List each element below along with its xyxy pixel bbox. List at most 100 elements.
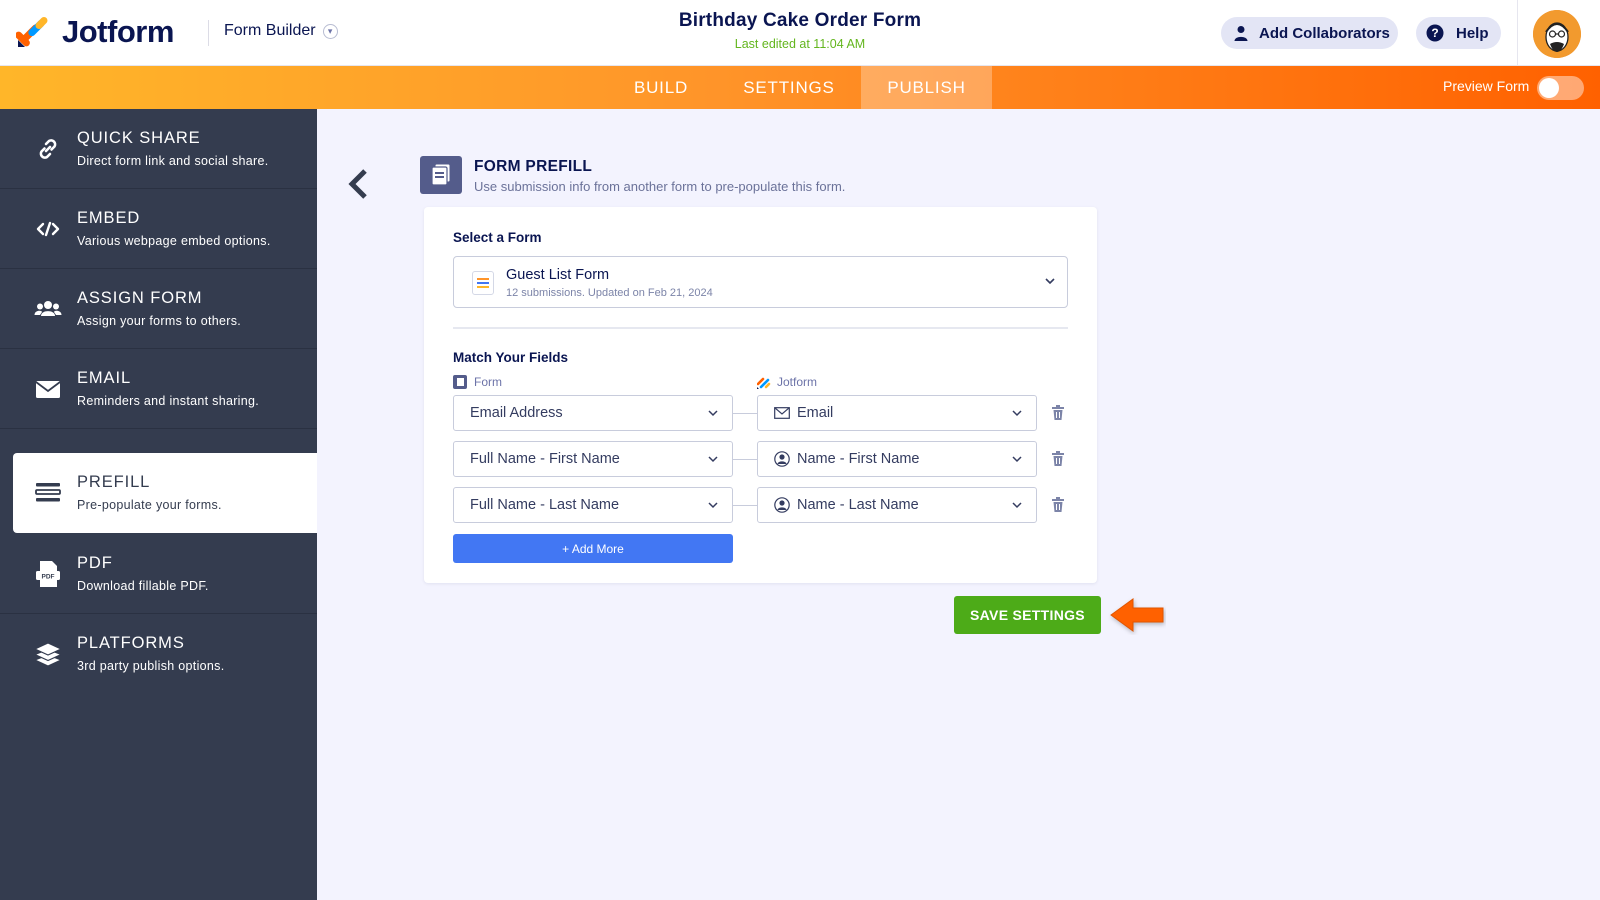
source-field-select[interactable]: Full Name - First Name (453, 441, 733, 477)
form-title-area: Birthday Cake Order Form Last edited at … (600, 10, 1000, 51)
form-icon (472, 271, 494, 295)
source-field-value: Email Address (470, 405, 563, 421)
layers-icon (34, 640, 62, 668)
sidebar-item-pdf[interactable]: PDF PDF Download fillable PDF. (0, 534, 317, 614)
selected-form-meta: 12 submissions. Updated on Feb 21, 2024 (506, 287, 713, 299)
prefill-card: Select a Form Guest List Form 12 submiss… (424, 207, 1097, 583)
user-icon (1234, 26, 1248, 41)
preview-form-toggle[interactable] (1537, 76, 1584, 100)
form-prefill-title: FORM PREFILL (474, 158, 593, 175)
tab-publish[interactable]: PUBLISH (861, 66, 992, 109)
add-collaborators-button[interactable]: Add Collaborators (1221, 17, 1398, 49)
target-field-value: Email (797, 405, 834, 421)
source-field-value: Full Name - Last Name (470, 497, 620, 513)
sidebar-item-desc: Pre-populate your forms. (77, 498, 222, 512)
svg-text:?: ? (1431, 26, 1438, 40)
form-builder-label: Form Builder (224, 22, 316, 39)
match-fields-label: Match Your Fields (453, 350, 569, 365)
selected-form-name: Guest List Form (506, 267, 610, 283)
chevron-down-icon (1045, 278, 1055, 285)
jotform-column-label: Jotform (757, 375, 817, 389)
field-connector (733, 413, 757, 414)
back-arrow-icon[interactable] (346, 168, 370, 200)
sidebar-item-desc: Reminders and instant sharing. (77, 394, 260, 408)
select-form-label: Select a Form (453, 230, 542, 245)
field-connector (733, 505, 757, 506)
pdf-icon: PDF (34, 560, 62, 588)
trash-icon[interactable] (1051, 405, 1065, 421)
sidebar-item-title: ASSIGN FORM (77, 289, 203, 307)
source-field-select[interactable]: Email Address (453, 395, 733, 431)
avatar-face-icon (1533, 10, 1581, 58)
add-more-button[interactable]: + Add More (453, 534, 733, 563)
brand-name: Jotform (62, 14, 174, 49)
link-icon (34, 135, 62, 163)
select-form-dropdown[interactable]: Guest List Form 12 submissions. Updated … (453, 256, 1068, 308)
envelope-icon (34, 375, 62, 403)
form-small-icon (453, 375, 467, 389)
jotform-logo[interactable]: Jotform (16, 14, 174, 50)
sidebar-item-desc: Download fillable PDF. (77, 579, 209, 593)
jotform-column-text: Jotform (777, 375, 818, 389)
top-header: Jotform Form Builder ▾ Birthday Cake Ord… (0, 0, 1600, 66)
person-icon (774, 451, 790, 467)
sidebar-item-desc: Various webpage embed options. (77, 234, 271, 248)
jotform-logo-icon (16, 17, 48, 47)
tab-build[interactable]: BUILD (625, 66, 697, 109)
header-divider-right (1517, 0, 1518, 66)
source-field-select[interactable]: Full Name - Last Name (453, 487, 733, 523)
save-settings-button[interactable]: SAVE SETTINGS (954, 596, 1101, 634)
card-divider (453, 327, 1068, 329)
tab-settings[interactable]: SETTINGS (730, 66, 848, 109)
sidebar-item-desc: Direct form link and social share. (77, 154, 269, 168)
sidebar-item-title: PREFILL (77, 473, 151, 491)
avatar[interactable] (1533, 10, 1581, 58)
target-field-value: Name - Last Name (797, 497, 919, 513)
target-field-select[interactable]: Name - First Name (757, 441, 1037, 477)
field-connector (733, 459, 757, 460)
last-edited-text: Last edited at 11:04 AM (734, 37, 866, 51)
chevron-down-icon (1012, 502, 1022, 509)
help-label: Help (1456, 24, 1489, 42)
prefill-icon (34, 479, 62, 507)
pointer-arrow-icon (1110, 598, 1164, 632)
add-collaborators-label: Add Collaborators (1259, 24, 1390, 42)
chevron-down-icon (1012, 410, 1022, 417)
form-column-text: Form (474, 375, 502, 389)
chevron-down-icon (708, 456, 718, 463)
form-prefill-icon (420, 156, 462, 194)
sidebar-item-assign-form[interactable]: ASSIGN FORM Assign your forms to others. (0, 269, 317, 349)
publish-sidebar: QUICK SHARE Direct form link and social … (0, 109, 317, 900)
chevron-down-icon: ▾ (322, 23, 338, 39)
sidebar-item-prefill[interactable]: PREFILL Pre-populate your forms. (13, 453, 317, 533)
svg-text:PDF: PDF (42, 574, 55, 581)
form-title[interactable]: Birthday Cake Order Form (600, 10, 1000, 32)
code-icon (34, 215, 62, 243)
sidebar-item-platforms[interactable]: PLATFORMS 3rd party publish options. (0, 614, 317, 694)
help-button[interactable]: ? Help (1416, 17, 1501, 49)
publish-nav-bar: BUILD SETTINGS PUBLISH Preview Form (0, 66, 1600, 109)
header-divider (208, 20, 209, 46)
sidebar-item-title: PLATFORMS (77, 634, 185, 652)
help-icon: ? (1426, 24, 1444, 42)
sidebar-item-embed[interactable]: EMBED Various webpage embed options. (0, 189, 317, 269)
chevron-down-icon (708, 502, 718, 509)
sidebar-item-desc: Assign your forms to others. (77, 314, 242, 328)
chevron-down-icon (708, 410, 718, 417)
person-icon (774, 497, 790, 513)
preview-form-label: Preview Form (1443, 78, 1530, 94)
toggle-knob (1539, 78, 1559, 98)
trash-icon[interactable] (1051, 497, 1065, 513)
sidebar-item-title: EMBED (77, 209, 141, 227)
sidebar-item-email[interactable]: EMAIL Reminders and instant sharing. (0, 349, 317, 429)
source-field-value: Full Name - First Name (470, 451, 620, 467)
form-builder-dropdown[interactable]: Form Builder ▾ (224, 22, 338, 40)
trash-icon[interactable] (1051, 451, 1065, 467)
target-field-select[interactable]: Email (757, 395, 1037, 431)
sidebar-item-title: EMAIL (77, 369, 132, 387)
target-field-select[interactable]: Name - Last Name (757, 487, 1037, 523)
target-field-value: Name - First Name (797, 451, 920, 467)
sidebar-item-desc: 3rd party publish options. (77, 659, 225, 673)
chevron-down-icon (1012, 456, 1022, 463)
sidebar-item-quick-share[interactable]: QUICK SHARE Direct form link and social … (0, 109, 317, 189)
